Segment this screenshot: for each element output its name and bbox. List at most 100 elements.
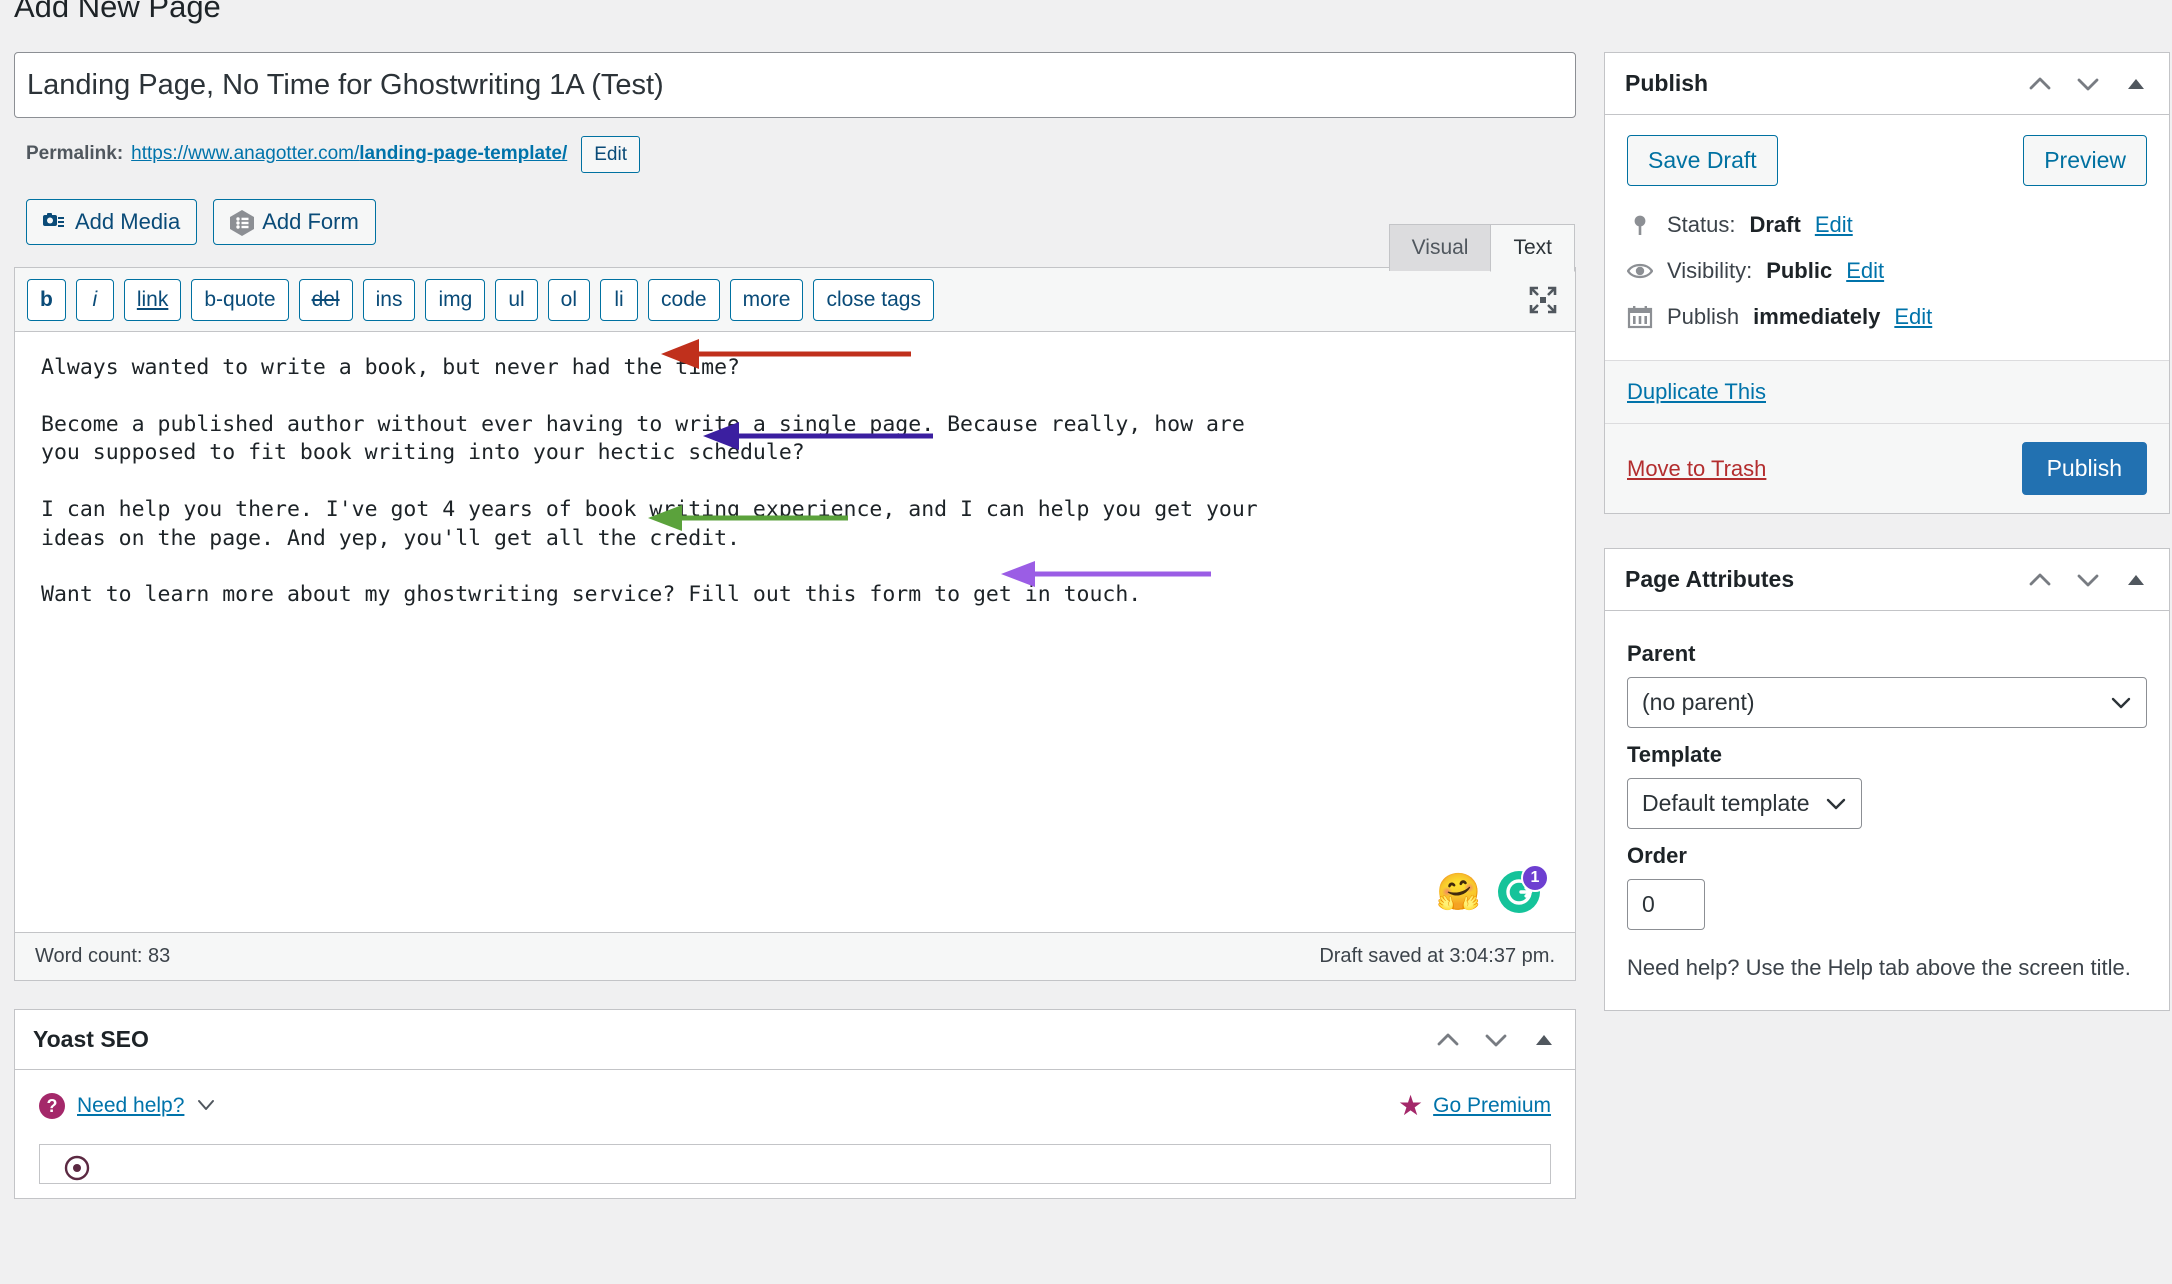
quicktag-li[interactable]: li [600,279,639,322]
page-title: Add New Page [14,0,221,24]
visibility-row: Visibility: Public Edit [1626,248,2147,294]
visibility-edit-link[interactable]: Edit [1846,258,1884,284]
quicktag-b[interactable]: b [27,279,66,322]
quicktags-toolbar: b i link b-quote del ins img ul ol li co… [15,268,1575,333]
sidebar-column: Publish Save Draft Preview Status: Draft… [1604,52,2170,1199]
content-editor: Visual Text b i link b-quote del ins img… [14,224,1576,982]
quicktag-ins[interactable]: ins [362,279,416,322]
duplicate-this-link[interactable]: Duplicate This [1627,379,1766,404]
move-up-icon[interactable] [2027,567,2053,593]
publish-footer: Move to Trash Publish [1605,423,2169,513]
yoast-seo-header: Yoast SEO [15,1010,1575,1071]
permalink-slug: landing-page-template/ [359,143,568,165]
fullscreen-icon[interactable] [1529,286,1557,314]
quicktag-ol[interactable]: ol [547,279,591,322]
yoast-need-help[interactable]: ? Need help? [39,1093,216,1120]
word-count: Word count: 83 [35,945,171,968]
quicktag-close-tags[interactable]: close tags [813,279,934,322]
main-column: Permalink: https://www.anagotter.com/lan… [14,52,1576,1200]
status-row: Status: Draft Edit [1627,202,2147,248]
template-label: Template [1627,742,1722,767]
yoast-seo-box: Yoast SEO ? Need help? ★ Go Premium [14,1009,1576,1200]
permalink-base: https://www.anagotter.com/ [131,143,360,165]
quicktag-img[interactable]: img [425,279,486,322]
hugging-face-emoji-icon[interactable]: 🤗 [1436,874,1481,910]
quicktag-link[interactable]: link [123,279,182,322]
need-help-link[interactable]: Need help? [77,1094,184,1118]
yoast-top-row: ? Need help? ★ Go Premium [39,1092,1551,1120]
move-down-icon[interactable] [1483,1027,1509,1053]
chevron-down-icon [2110,689,2132,716]
tab-text[interactable]: Text [1490,224,1575,272]
page-attributes-help-text: Need help? Use the Help tab above the sc… [1627,955,2131,980]
wp-add-new-page-screen: Add New Page Permalink: https://www.anag… [0,0,2172,1284]
template-select[interactable]: Default template [1627,778,1863,829]
schedule-label: Publish [1667,304,1740,329]
publish-box: Publish Save Draft Preview Status: Draft… [1604,52,2170,514]
parent-select[interactable]: (no parent) [1627,677,2147,728]
status-label: Status: [1667,212,1736,237]
toggle-panel-icon[interactable] [2123,567,2149,593]
template-select-value: Default template [1642,790,1810,816]
editor-paragraph-1: Always wanted to write a book, but never… [41,355,740,381]
parent-label: Parent [1627,641,1696,666]
question-mark-icon: ? [39,1093,65,1120]
move-down-icon[interactable] [2075,71,2101,97]
star-icon: ★ [1398,1090,1424,1122]
editor-paragraph-2: Become a published author without ever h… [41,411,1245,466]
status-edit-link[interactable]: Edit [1815,212,1853,238]
yoast-collapsible-subsection[interactable] [39,1144,1551,1185]
save-draft-button[interactable]: Save Draft [1627,135,1778,186]
publish-button[interactable]: Publish [2021,442,2147,495]
pin-icon [1627,212,1653,238]
visibility-label: Visibility: [1667,258,1753,283]
yoast-seo-body: ? Need help? ★ Go Premium [15,1070,1575,1198]
publish-box-title: Publish [1625,70,1709,96]
preview-button[interactable]: Preview [2023,135,2147,186]
quicktag-ul[interactable]: ul [495,279,538,322]
publish-box-header: Publish [1605,53,2169,115]
edit-permalink-button[interactable]: Edit [581,136,640,173]
post-title-input[interactable] [14,52,1576,118]
quicktag-more[interactable]: more [729,279,804,322]
editor-status-bar: Word count: 83 Draft saved at 3:04:37 pm… [15,932,1575,981]
draft-saved-time: Draft saved at 3:04:37 pm. [1319,945,1555,968]
order-input[interactable] [1627,879,1705,930]
go-premium[interactable]: ★ Go Premium [1398,1092,1551,1120]
schedule-edit-link[interactable]: Edit [1894,304,1932,330]
yoast-box-controls [1435,1027,1557,1053]
toggle-panel-icon[interactable] [1531,1027,1557,1053]
quicktag-i[interactable]: i [75,279,114,322]
editor-mode-tabs: Visual Text [1388,224,1575,272]
form-hexagon-icon [230,210,255,236]
quicktag-code[interactable]: code [648,279,720,322]
grammarly-icon[interactable]: 1 [1497,864,1549,914]
tab-visual[interactable]: Visual [1388,224,1492,271]
quicktag-del[interactable]: del [298,279,353,322]
toggle-panel-icon[interactable] [2123,71,2149,97]
move-up-icon[interactable] [1435,1027,1461,1053]
move-to-trash-link[interactable]: Move to Trash [1627,456,1766,482]
seo-score-icon [64,1155,90,1181]
add-media-button[interactable]: Add Media [26,199,198,245]
chevron-down-icon[interactable] [196,1096,216,1117]
add-form-button[interactable]: Add Form [213,199,376,245]
status-value: Draft [1749,212,1801,237]
permalink-link[interactable]: https://www.anagotter.com/landing-page-t… [131,141,567,168]
move-down-icon[interactable] [2075,567,2101,593]
quicktag-b-quote[interactable]: b-quote [191,279,289,322]
add-media-label: Add Media [75,209,181,234]
page-attributes-header: Page Attributes [1605,549,2169,611]
editor-paragraph-4: Want to learn more about my ghostwriting… [41,582,1142,608]
go-premium-link[interactable]: Go Premium [1433,1094,1551,1118]
yoast-seo-title: Yoast SEO [33,1026,149,1053]
editor-textarea[interactable]: Always wanted to write a book, but never… [15,332,1575,933]
editor-paragraph-3: I can help you there. I've got 4 years o… [41,497,1258,551]
schedule-value: immediately [1753,304,1881,329]
schedule-row: Publish immediately Edit [1627,294,2147,340]
move-up-icon[interactable] [2027,71,2053,97]
add-form-label: Add Form [262,209,359,234]
duplicate-row: Duplicate This [1605,360,2169,423]
visibility-value: Public [1766,258,1833,283]
publish-box-controls [2027,71,2149,97]
